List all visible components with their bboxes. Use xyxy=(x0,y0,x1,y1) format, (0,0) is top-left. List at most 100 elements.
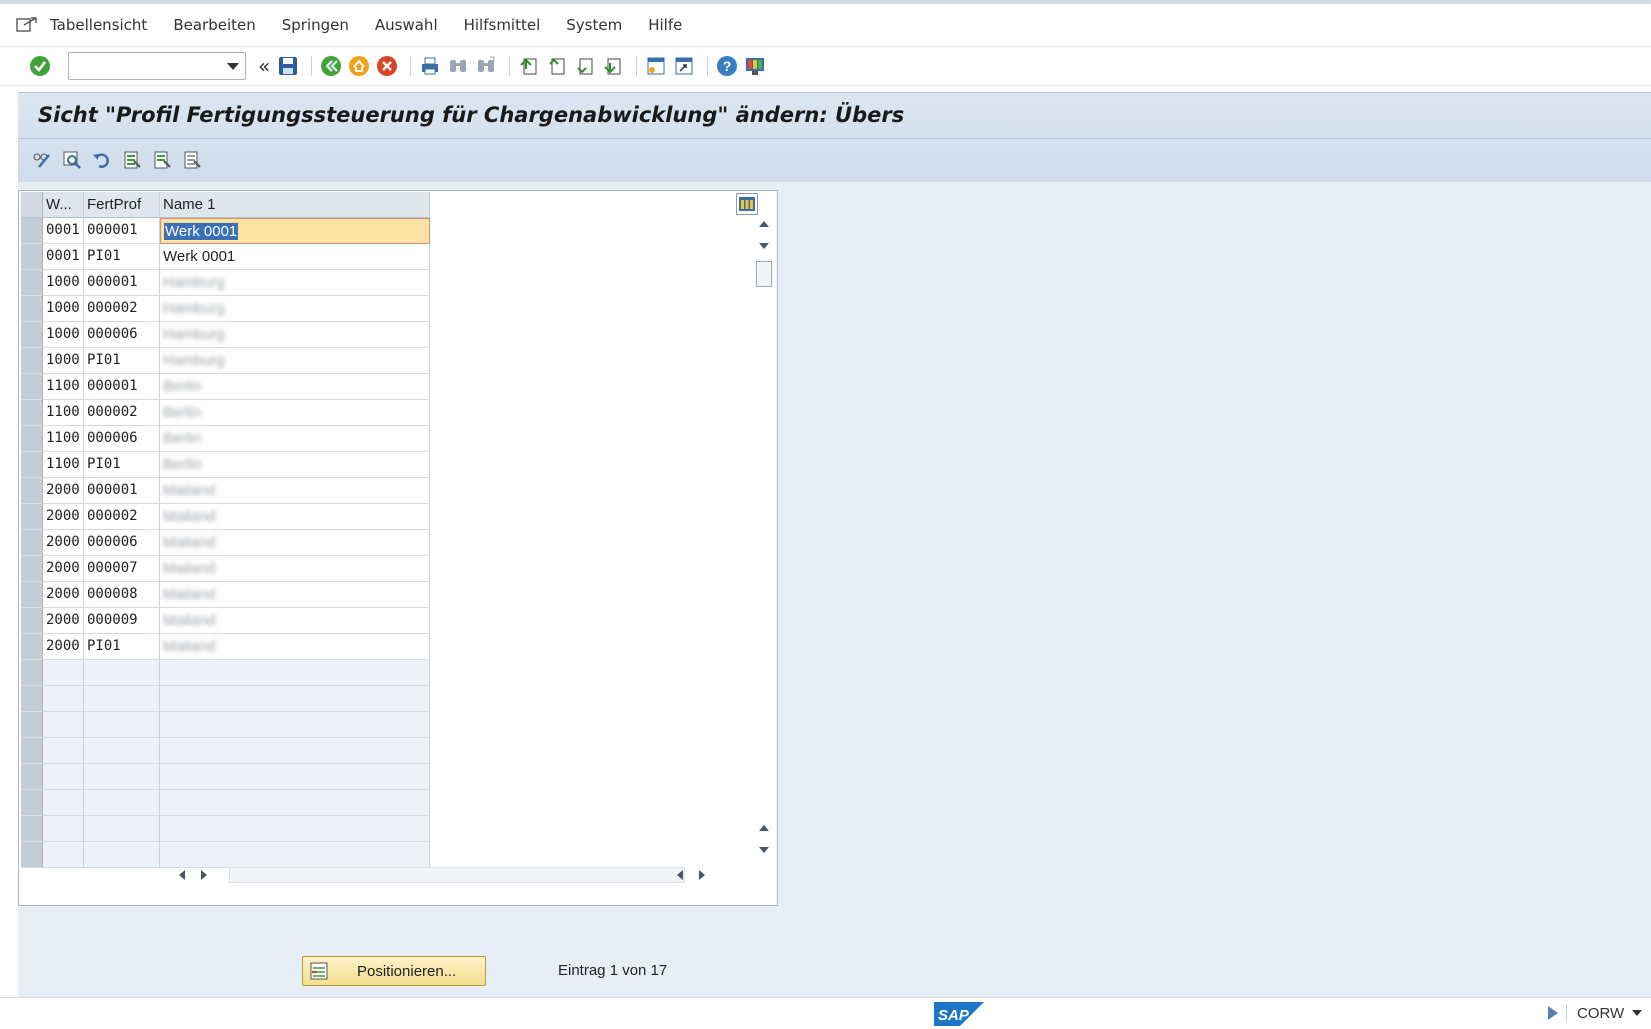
menu-tabellensicht[interactable]: Tabellensicht xyxy=(50,16,147,34)
cell-fertprof[interactable] xyxy=(84,816,160,842)
cell-werk[interactable]: 1000 xyxy=(43,270,84,296)
exit-icon[interactable] xyxy=(347,54,371,78)
table-row[interactable]: 0001 000001 Werk 0001 xyxy=(21,218,430,244)
cell-fertprof[interactable]: PI01 xyxy=(84,244,160,270)
cell-name[interactable]: Mailand xyxy=(160,556,430,582)
chevron-down-icon[interactable] xyxy=(1632,1010,1643,1016)
cell-werk[interactable] xyxy=(43,842,84,868)
cell-werk[interactable] xyxy=(43,816,84,842)
table-row[interactable]: 2000 000002 Mailand xyxy=(21,504,430,530)
cell-name[interactable] xyxy=(160,790,430,816)
row-selector[interactable] xyxy=(21,270,43,296)
scroll-page-left-icon[interactable] xyxy=(677,870,683,880)
undo-icon[interactable] xyxy=(90,148,114,172)
empty-table-row[interactable] xyxy=(21,660,430,686)
cell-name[interactable]: Mailand xyxy=(160,582,430,608)
menu-hilfe[interactable]: Hilfe xyxy=(648,16,682,34)
cell-fertprof[interactable]: PI01 xyxy=(84,348,160,374)
cell-werk[interactable]: 2000 xyxy=(43,556,84,582)
cell-fertprof[interactable]: 000007 xyxy=(84,556,160,582)
cell-fertprof[interactable] xyxy=(84,686,160,712)
cell-fertprof[interactable]: PI01 xyxy=(84,452,160,478)
table-row[interactable]: 2000 000009 Mailand xyxy=(21,608,430,634)
table-row[interactable]: 2000 000006 Mailand xyxy=(21,530,430,556)
cell-name[interactable] xyxy=(160,764,430,790)
cell-fertprof[interactable]: 000001 xyxy=(84,270,160,296)
scroll-down-icon[interactable] xyxy=(759,243,769,249)
scroll-track[interactable] xyxy=(229,867,685,883)
cell-name[interactable]: Hamburg xyxy=(160,270,430,296)
menu-auswahl[interactable]: Auswahl xyxy=(375,16,438,34)
search-detail-icon[interactable] xyxy=(60,148,84,172)
cell-fertprof[interactable] xyxy=(84,764,160,790)
scroll-left-icon[interactable] xyxy=(179,870,185,880)
scroll-up-icon[interactable] xyxy=(759,221,769,227)
row-selector[interactable] xyxy=(21,218,43,244)
scroll-thumb[interactable] xyxy=(756,261,772,287)
last-page-icon[interactable] xyxy=(601,54,625,78)
command-input[interactable] xyxy=(73,54,223,78)
row-selector[interactable] xyxy=(21,556,43,582)
row-selector[interactable] xyxy=(21,790,43,816)
table-row[interactable]: 0001 PI01 Werk 0001 xyxy=(21,244,430,270)
row-selector[interactable] xyxy=(21,842,43,868)
enter-icon[interactable] xyxy=(28,54,52,78)
system-name[interactable]: CORW xyxy=(1577,1005,1624,1022)
cell-fertprof[interactable]: 000006 xyxy=(84,322,160,348)
row-selector[interactable] xyxy=(21,712,43,738)
cell-werk[interactable]: 0001 xyxy=(43,218,84,244)
table-row[interactable]: 2000 000008 Mailand xyxy=(21,582,430,608)
cell-werk[interactable]: 1100 xyxy=(43,426,84,452)
prev-page-icon[interactable] xyxy=(545,54,569,78)
cell-name[interactable]: Berlin xyxy=(160,374,430,400)
cell-fertprof[interactable] xyxy=(84,660,160,686)
cell-name[interactable]: Mailand xyxy=(160,478,430,504)
column-header-name[interactable]: Name 1 xyxy=(160,192,430,218)
cell-fertprof[interactable] xyxy=(84,842,160,868)
column-header-fertprof[interactable]: FertProf xyxy=(84,192,160,218)
cell-name[interactable]: Berlin xyxy=(160,452,430,478)
cell-name[interactable]: Mailand xyxy=(160,634,430,660)
cell-werk[interactable] xyxy=(43,660,84,686)
empty-table-row[interactable] xyxy=(21,686,430,712)
select-all-icon[interactable] xyxy=(120,148,144,172)
row-selector[interactable] xyxy=(21,660,43,686)
cell-name[interactable]: Hamburg xyxy=(160,348,430,374)
menu-expand-icon[interactable] xyxy=(16,16,38,34)
scroll-page-down-icon[interactable] xyxy=(759,847,769,853)
cell-name[interactable]: Berlin xyxy=(160,426,430,452)
deselect-all-icon[interactable] xyxy=(180,148,204,172)
cell-werk[interactable]: 1100 xyxy=(43,400,84,426)
cell-fertprof[interactable]: 000002 xyxy=(84,296,160,322)
table-row[interactable]: 1000 000001 Hamburg xyxy=(21,270,430,296)
column-settings-icon[interactable] xyxy=(736,193,758,215)
table-row[interactable]: 1100 000001 Berlin xyxy=(21,374,430,400)
back-icon[interactable] xyxy=(319,54,343,78)
cell-werk[interactable]: 2000 xyxy=(43,634,84,660)
cell-fertprof[interactable]: 000002 xyxy=(84,400,160,426)
table-row[interactable]: 1000 000002 Hamburg xyxy=(21,296,430,322)
chevron-down-icon[interactable] xyxy=(227,63,239,70)
row-selector[interactable] xyxy=(21,374,43,400)
row-selector[interactable] xyxy=(21,478,43,504)
row-selector[interactable] xyxy=(21,504,43,530)
empty-table-row[interactable] xyxy=(21,816,430,842)
customize-layout-icon[interactable] xyxy=(743,54,767,78)
column-header-werk[interactable]: W... xyxy=(43,192,84,218)
table-row[interactable]: 1100 PI01 Berlin xyxy=(21,452,430,478)
cell-name[interactable]: Berlin xyxy=(160,400,430,426)
menu-hilfsmittel[interactable]: Hilfsmittel xyxy=(464,16,541,34)
save-icon[interactable] xyxy=(276,54,300,78)
table-row[interactable]: 2000 PI01 Mailand xyxy=(21,634,430,660)
cell-fertprof[interactable]: 000002 xyxy=(84,504,160,530)
cell-werk[interactable] xyxy=(43,738,84,764)
scroll-page-up-icon[interactable] xyxy=(759,825,769,831)
row-selector[interactable] xyxy=(21,582,43,608)
select-all-column-button[interactable] xyxy=(21,192,43,218)
row-selector[interactable] xyxy=(21,634,43,660)
cell-fertprof[interactable]: 000001 xyxy=(84,218,160,244)
vertical-scrollbar[interactable] xyxy=(754,217,774,857)
horizontal-scrollbar[interactable] xyxy=(179,865,719,885)
cell-fertprof[interactable]: 000006 xyxy=(84,530,160,556)
empty-table-row[interactable] xyxy=(21,764,430,790)
